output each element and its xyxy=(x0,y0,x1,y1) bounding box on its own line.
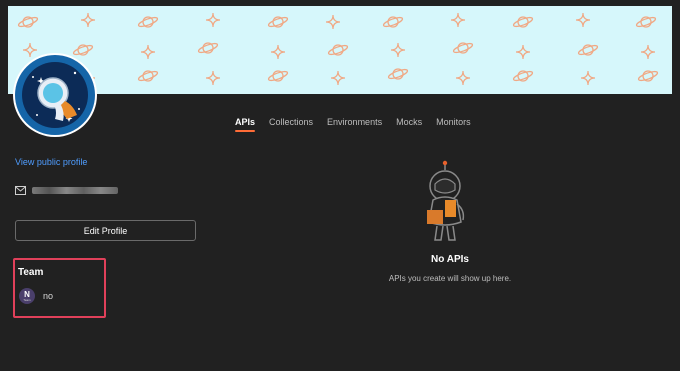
star-shape xyxy=(515,44,531,60)
star-shape xyxy=(390,42,406,58)
star-shape xyxy=(450,12,466,28)
star-shape xyxy=(325,14,341,30)
view-public-profile-link[interactable]: View public profile xyxy=(15,157,87,167)
email-row xyxy=(15,184,118,196)
team-avatar: N Team xyxy=(19,288,35,304)
planet-shape xyxy=(382,16,404,28)
profile-tabs: APIs Collections Environments Mocks Moni… xyxy=(228,116,478,134)
astronaut-avatar-icon xyxy=(15,55,95,135)
planet-shape xyxy=(452,42,474,54)
planet-shape xyxy=(387,68,409,80)
planet-shape xyxy=(267,16,289,28)
empty-state-subtitle: APIs you create will show up here. xyxy=(388,274,512,283)
star-shape xyxy=(140,44,156,60)
planet-shape xyxy=(197,42,219,54)
profile-page: APIs Collections Environments Mocks Moni… xyxy=(0,0,680,371)
planet-shape xyxy=(137,16,159,28)
team-item[interactable]: N Team no xyxy=(19,288,53,304)
avatar[interactable] xyxy=(13,53,97,137)
planet-shape xyxy=(327,44,349,56)
banner-pattern xyxy=(17,12,659,86)
planet-shape xyxy=(577,44,599,56)
tab-apis[interactable]: APIs xyxy=(228,116,262,134)
edit-profile-button[interactable]: Edit Profile xyxy=(15,220,196,241)
team-section: Team N Team no xyxy=(13,258,106,318)
tab-collections[interactable]: Collections xyxy=(262,116,320,134)
planet-shape xyxy=(137,70,159,82)
star-shape xyxy=(455,70,471,86)
planet-shape xyxy=(512,70,534,82)
planet-shape xyxy=(637,70,659,82)
star-shape xyxy=(205,70,221,86)
tab-environments[interactable]: Environments xyxy=(320,116,389,134)
empty-state-title: No APIs xyxy=(431,254,469,265)
planet-shape xyxy=(17,16,39,28)
star-shape xyxy=(580,70,596,86)
planet-shape xyxy=(512,16,534,28)
star-shape xyxy=(270,44,286,60)
email-redacted xyxy=(32,186,118,194)
star-shape xyxy=(575,12,591,28)
star-shape xyxy=(640,44,656,60)
tab-monitors[interactable]: Monitors xyxy=(429,116,478,134)
astronaut-holding-box-icon xyxy=(427,160,465,241)
planet-shape xyxy=(267,70,289,82)
team-name: no xyxy=(43,291,54,301)
star-shape xyxy=(330,70,346,86)
team-title: Team xyxy=(18,267,44,278)
mail-icon xyxy=(15,185,26,195)
tab-mocks[interactable]: Mocks xyxy=(389,116,429,134)
star-shape xyxy=(80,12,96,28)
planet-shape xyxy=(635,16,657,28)
team-avatar-sub: Team xyxy=(23,297,31,302)
star-shape xyxy=(205,12,221,28)
profile-banner xyxy=(8,6,672,94)
